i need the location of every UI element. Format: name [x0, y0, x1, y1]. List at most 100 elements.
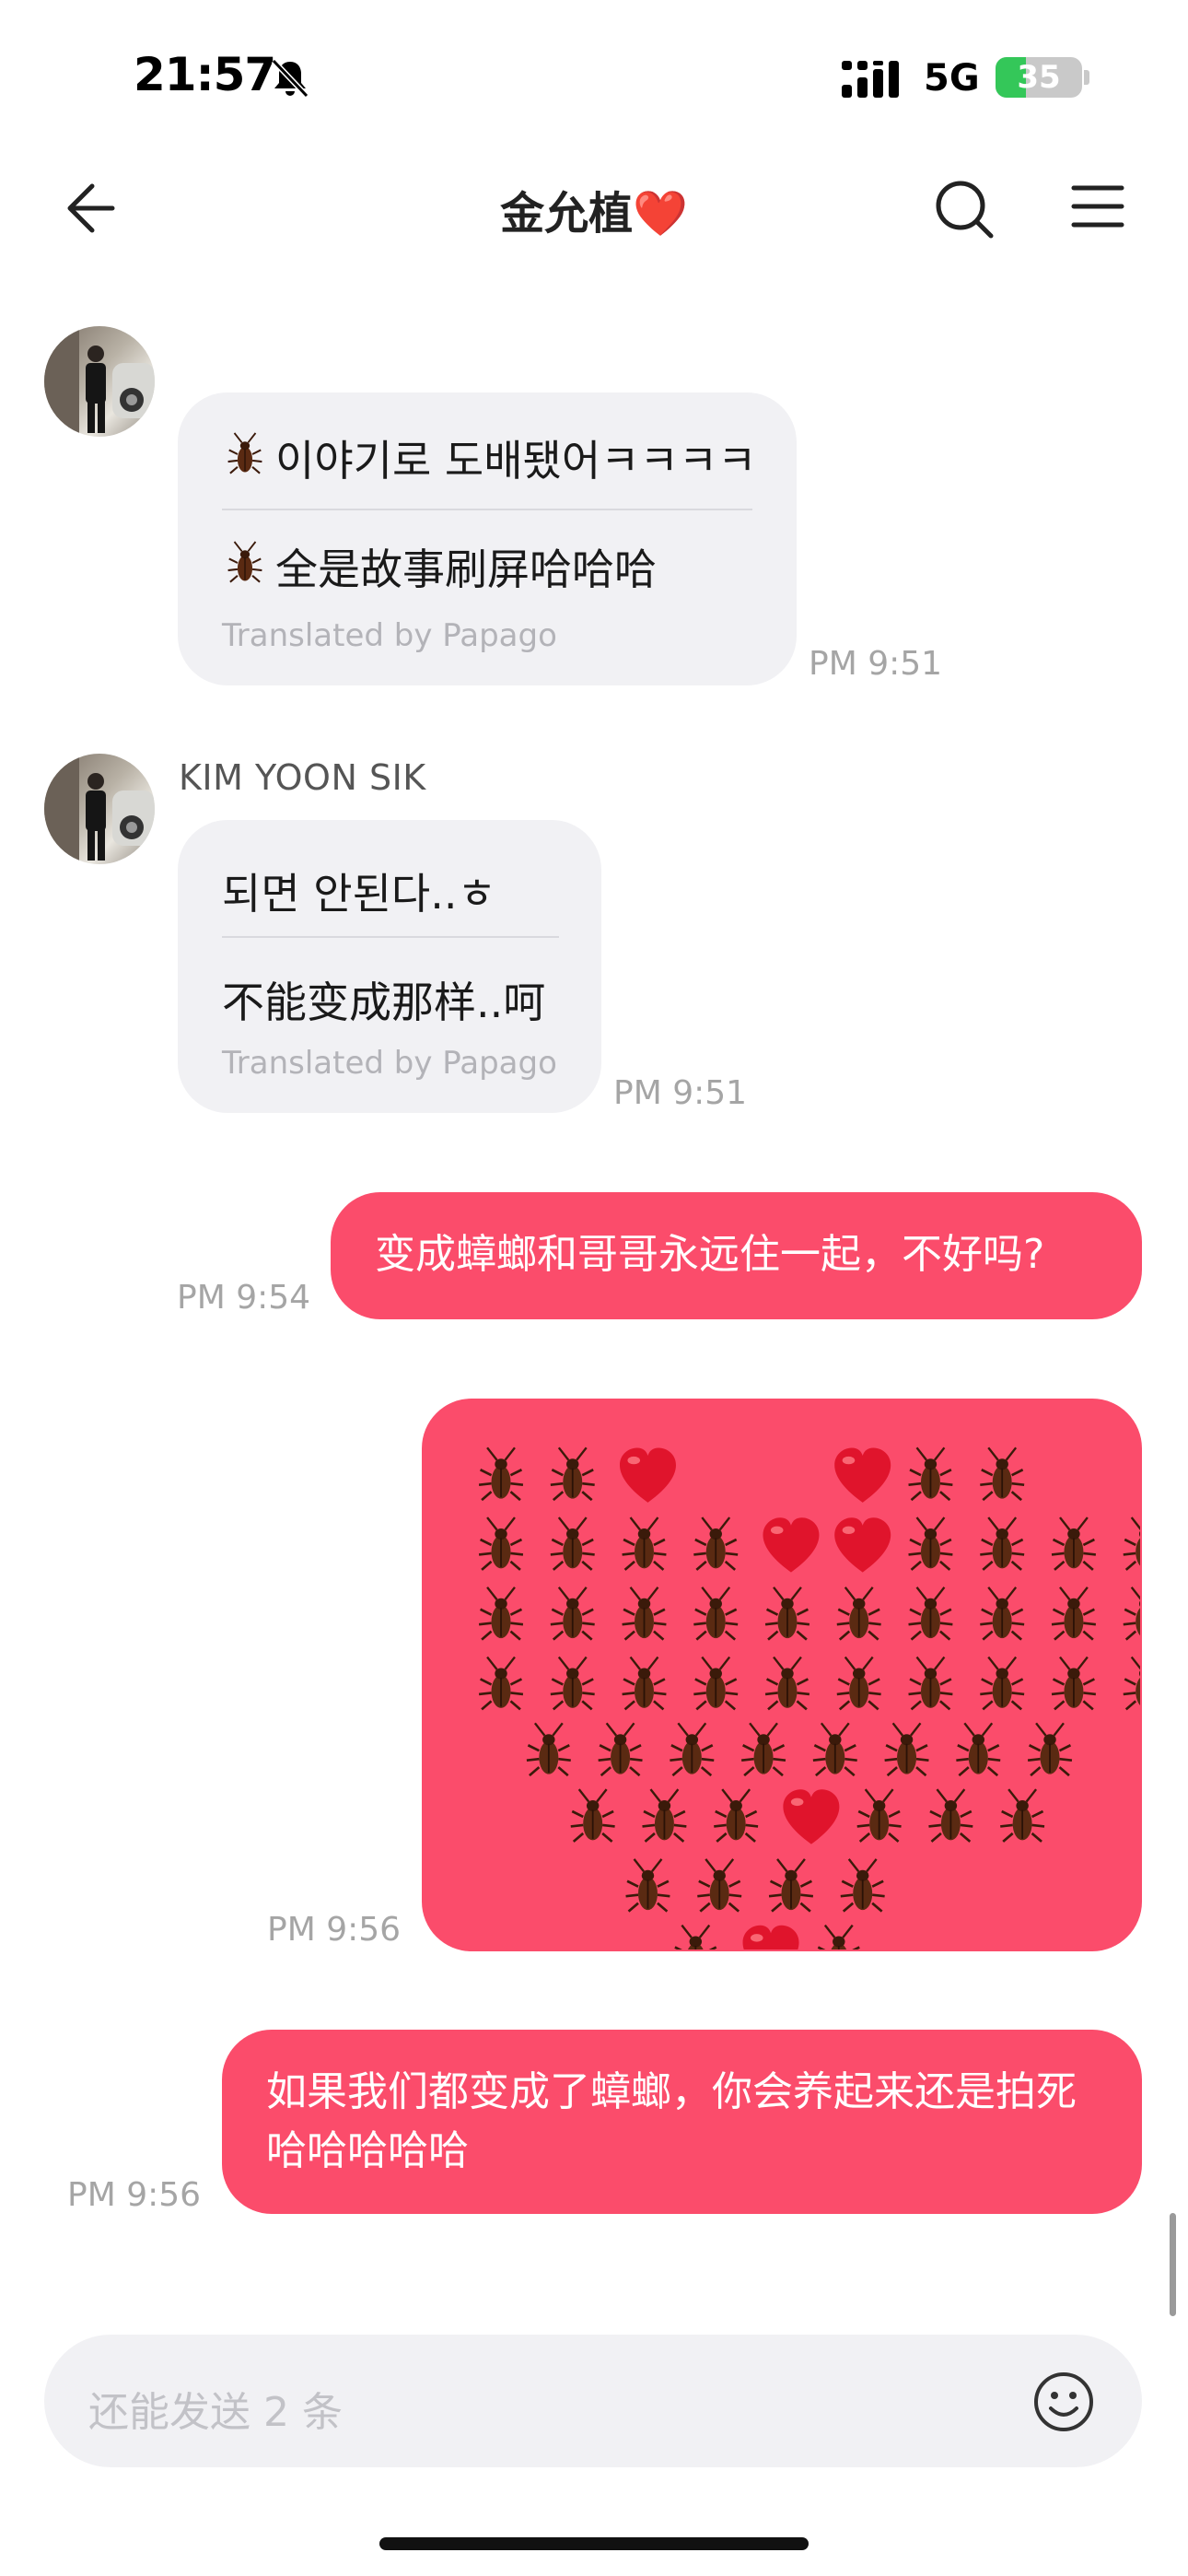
cockroach-icon — [477, 1516, 525, 1572]
cockroach-icon — [907, 1656, 954, 1711]
cockroach-icon — [815, 1924, 863, 1950]
cockroach-icon — [763, 1586, 811, 1641]
outgoing-message-bubble[interactable]: 变成蟑螂和哥哥永远住一起，不好吗? — [331, 1192, 1142, 1319]
cockroach-icon — [978, 1656, 1026, 1711]
emoji-icon[interactable] — [1031, 2370, 1096, 2434]
sender-name: KIM YOON SIK — [179, 757, 426, 798]
cockroach-icon — [621, 1656, 668, 1711]
cockroach-icon — [1122, 1656, 1140, 1711]
original-text: 이야기로 도배됐어ㅋㅋㅋㅋ — [275, 436, 757, 486]
cockroach-icon — [692, 1586, 740, 1641]
original-text-row: 이야기로 도배됐어ㅋㅋㅋㅋ — [224, 427, 756, 488]
cockroach-icon — [907, 1516, 954, 1572]
heart-icon — [783, 1789, 840, 1844]
cockroach-icon — [835, 1656, 882, 1711]
chat-header: 金允植❤️ — [0, 157, 1188, 276]
translated-text: 不能变成那样..呵 — [222, 978, 546, 1027]
cockroach-icon — [1050, 1586, 1098, 1641]
cockroach-icon — [1050, 1516, 1098, 1572]
cockroach-icon — [477, 1446, 525, 1502]
cockroach-icon — [927, 1787, 974, 1844]
heart-icon — [763, 1517, 820, 1573]
status-bar: 21:57 5G 35 — [0, 0, 1188, 157]
cockroach-icon — [1026, 1721, 1074, 1777]
cockroach-icon — [978, 1446, 1026, 1502]
cockroach-icon — [955, 1721, 1002, 1777]
cockroach-icon — [641, 1787, 688, 1844]
cockroach-icon — [624, 1857, 671, 1913]
cockroach-icon — [597, 1721, 644, 1777]
message-time: PM 9:56 — [267, 1911, 402, 1949]
translated-by-label: Translated by Papago — [222, 1045, 557, 1082]
outgoing-art-bubble[interactable] — [422, 1399, 1142, 1951]
cockroach-icon — [978, 1516, 1026, 1572]
cockroach-icon — [549, 1446, 597, 1502]
cockroach-icon — [856, 1787, 903, 1844]
network-label: 5G — [924, 57, 980, 100]
cockroach-icon — [907, 1586, 954, 1641]
heart-icon — [834, 1517, 891, 1573]
cockroach-icon — [549, 1516, 597, 1572]
cockroach-heart-art — [477, 1446, 1140, 1950]
cockroach-icon — [477, 1656, 525, 1711]
cockroach-icon — [621, 1586, 668, 1641]
message-input[interactable]: 还能发送 2 条 — [44, 2335, 1142, 2467]
search-icon[interactable] — [930, 175, 998, 243]
translated-text-row: 全是故事刷屏哈哈哈 — [224, 536, 657, 597]
cockroach-icon — [1122, 1586, 1140, 1641]
message-time: PM 9:56 — [67, 2176, 202, 2214]
cockroach-icon — [712, 1787, 760, 1844]
cockroach-icon — [227, 431, 263, 474]
bell-slash-icon — [271, 58, 309, 99]
cockroach-icon — [835, 1586, 882, 1641]
cockroach-icon — [907, 1446, 954, 1502]
scrollbar-thumb[interactable] — [1170, 2213, 1176, 2316]
cockroach-icon — [1050, 1656, 1098, 1711]
cockroach-icon — [1122, 1516, 1140, 1572]
input-placeholder: 还能发送 2 条 — [88, 2389, 343, 2436]
battery-cap — [1084, 70, 1089, 85]
message-time: PM 9:51 — [809, 645, 943, 683]
heart-icon — [619, 1447, 676, 1503]
avatar[interactable] — [44, 326, 155, 437]
home-indicator — [379, 2537, 809, 2550]
cockroach-icon — [549, 1656, 597, 1711]
translation-divider — [222, 936, 559, 938]
outgoing-message-bubble[interactable]: 如果我们都变成了蟑螂，你会养起来还是拍死哈哈哈哈哈 — [222, 2030, 1142, 2214]
cockroach-icon — [767, 1857, 815, 1913]
cockroach-icon — [621, 1516, 668, 1572]
cockroach-icon — [978, 1586, 1026, 1641]
avatar[interactable] — [44, 754, 155, 864]
heart-icon — [742, 1925, 799, 1950]
status-time: 21:57 — [134, 48, 276, 101]
message-text: 变成蟑螂和哥哥永远住一起，不好吗? — [375, 1231, 1045, 1278]
cockroach-icon — [672, 1924, 719, 1950]
cockroach-icon — [763, 1656, 811, 1711]
menu-icon[interactable] — [1068, 177, 1127, 236]
incoming-message-bubble[interactable]: 되면 안된다..ㅎ 不能变成那样..呵 Translated by Papago — [178, 820, 601, 1113]
chat-title: 金允植❤️ — [500, 188, 688, 240]
cockroach-icon — [477, 1586, 525, 1641]
cockroach-icon — [692, 1516, 740, 1572]
translated-text: 全是故事刷屏哈哈哈 — [275, 544, 657, 594]
cockroach-icon — [569, 1787, 616, 1844]
translation-divider — [222, 509, 752, 510]
battery-level: 35 — [1017, 59, 1061, 96]
cockroach-icon — [740, 1721, 787, 1777]
battery-indicator: 35 — [996, 57, 1082, 98]
incoming-message-bubble[interactable]: 이야기로 도배됐어ㅋㅋㅋㅋ 全是故事刷屏哈哈哈 Translated by Pa… — [178, 392, 797, 685]
message-time: PM 9:51 — [613, 1074, 748, 1112]
message-time: PM 9:54 — [177, 1279, 311, 1317]
cockroach-icon — [883, 1721, 930, 1777]
cockroach-icon — [695, 1857, 743, 1913]
cockroach-icon — [998, 1787, 1046, 1844]
cockroach-icon — [549, 1586, 597, 1641]
original-text: 되면 안된다..ㅎ — [222, 869, 496, 919]
cockroach-icon — [227, 540, 263, 583]
signal-icon — [842, 61, 899, 98]
heart-icon — [834, 1447, 891, 1503]
translated-by-label: Translated by Papago — [222, 617, 557, 654]
cockroach-icon — [669, 1721, 716, 1777]
cockroach-icon — [692, 1656, 740, 1711]
message-text: 如果我们都变成了蟑螂，你会养起来还是拍死哈哈哈哈哈 — [266, 2068, 1077, 2174]
